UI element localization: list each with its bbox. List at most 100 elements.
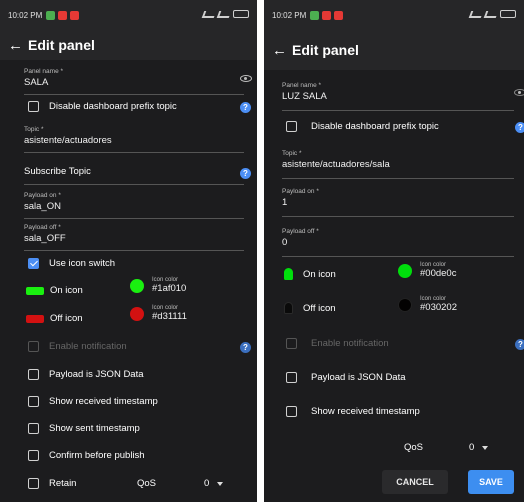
off-color-swatch[interactable] xyxy=(130,306,144,321)
status-bar: 10:02 PM xyxy=(264,0,524,30)
show-received-checkbox[interactable] xyxy=(286,406,297,417)
notification-icon xyxy=(310,10,320,20)
disable-prefix-checkbox[interactable] xyxy=(28,101,39,112)
save-button[interactable]: SAVE xyxy=(468,470,514,494)
on-icon-label: On icon xyxy=(50,285,83,296)
notification-icon xyxy=(46,10,56,20)
on-color-swatch[interactable] xyxy=(398,263,412,278)
payload-off-value: 0 xyxy=(282,237,288,248)
off-color-swatch[interactable] xyxy=(398,297,412,312)
divider xyxy=(282,178,514,179)
payload-json-checkbox[interactable] xyxy=(286,372,297,383)
signal-icon xyxy=(201,10,217,18)
help-icon[interactable]: ? xyxy=(240,102,251,113)
payload-json-row[interactable]: Payload is JSON Data xyxy=(286,372,406,383)
payload-on-value: 1 xyxy=(282,197,288,208)
show-sent-checkbox[interactable] xyxy=(28,423,39,434)
on-icon-color-value: #00de0c xyxy=(420,268,457,279)
panel-name-label: Panel name * xyxy=(282,82,322,89)
off-icon-row[interactable]: Off icon xyxy=(26,313,83,324)
payload-off-field[interactable]: Payload off * 0 xyxy=(282,228,319,248)
qos-label: QoS xyxy=(404,442,424,453)
panel-name-field[interactable]: Panel name * LUZ SALA xyxy=(282,82,327,102)
on-icon-label: On icon xyxy=(303,268,336,280)
qos-select[interactable]: QoS 0 xyxy=(137,478,224,489)
payload-off-value: sala_OFF xyxy=(24,233,66,244)
payload-on-field[interactable]: Payload on * 1 xyxy=(282,188,319,208)
show-received-row[interactable]: Show received timestamp xyxy=(286,406,420,417)
payload-json-checkbox[interactable] xyxy=(28,369,39,380)
disable-prefix-checkbox[interactable] xyxy=(286,121,297,132)
panel-name-value: LUZ SALA xyxy=(282,91,327,102)
disable-prefix-label: Disable dashboard prefix topic xyxy=(311,121,439,132)
payload-json-row[interactable]: Payload is JSON Data xyxy=(28,369,144,380)
visibility-icon[interactable] xyxy=(240,75,252,82)
retain-checkbox[interactable] xyxy=(28,478,39,489)
topic-label: Topic * xyxy=(282,150,302,157)
help-icon[interactable]: ? xyxy=(515,339,524,350)
enable-notification-label: Enable notification xyxy=(49,341,127,352)
payload-off-field[interactable]: Payload off * sala_OFF xyxy=(24,224,66,244)
signal-icon xyxy=(216,10,232,18)
cancel-button[interactable]: CANCEL xyxy=(382,470,448,494)
enable-notification-checkbox xyxy=(28,341,39,352)
on-color-swatch[interactable] xyxy=(130,278,144,293)
panel-name-field[interactable]: Panel name * SALA xyxy=(24,68,63,88)
confirm-publish-row[interactable]: Confirm before publish xyxy=(28,450,145,461)
payload-on-value: sala_ON xyxy=(24,201,61,212)
show-sent-label: Show sent timestamp xyxy=(49,423,140,434)
toggle-on-icon xyxy=(26,286,44,295)
on-icon-row[interactable]: On icon xyxy=(284,268,336,280)
signal-icon xyxy=(483,10,499,18)
qos-select[interactable]: QoS 0 xyxy=(404,442,489,453)
divider xyxy=(282,256,514,257)
on-icon-color-value: #1af010 xyxy=(152,283,187,294)
off-icon-color-picker[interactable]: Icon color #030202 xyxy=(398,296,457,313)
status-icons xyxy=(201,10,249,18)
app-bar: ← Edit panel xyxy=(264,30,524,70)
on-icon-row[interactable]: On icon xyxy=(26,285,83,296)
on-icon-color-picker[interactable]: Icon color #00de0c xyxy=(398,262,456,279)
status-icons xyxy=(468,10,516,18)
enable-notification-row: Enable notification xyxy=(286,338,389,349)
confirm-publish-checkbox[interactable] xyxy=(28,450,39,461)
off-icon-row[interactable]: Off icon xyxy=(284,302,336,314)
divider xyxy=(282,110,514,111)
right-screen: 10:02 PM ← Edit panel Panel name * LUZ S… xyxy=(264,0,524,502)
payload-on-label: Payload on * xyxy=(282,188,319,195)
status-time: 10:02 PM xyxy=(8,10,43,20)
subscribe-topic-field[interactable]: Subscribe Topic xyxy=(24,166,91,177)
use-icon-switch-row[interactable]: Use icon switch xyxy=(28,258,115,269)
off-icon-color-picker[interactable]: Icon color #d31111 xyxy=(130,305,187,322)
help-icon[interactable]: ? xyxy=(515,122,524,133)
show-received-label: Show received timestamp xyxy=(311,406,420,417)
disable-prefix-row[interactable]: Disable dashboard prefix topic xyxy=(28,101,177,112)
visibility-off-icon[interactable] xyxy=(514,89,524,96)
back-arrow-icon[interactable]: ← xyxy=(272,42,292,59)
disable-prefix-row[interactable]: Disable dashboard prefix topic xyxy=(286,121,439,132)
show-received-checkbox[interactable] xyxy=(28,396,39,407)
topic-value: asistente/actuadores/sala xyxy=(282,159,390,170)
retain-row[interactable]: Retain xyxy=(28,478,76,489)
status-time: 10:02 PM xyxy=(272,10,307,20)
help-icon[interactable]: ? xyxy=(240,342,251,353)
help-icon[interactable]: ? xyxy=(240,168,251,179)
on-icon-color-picker[interactable]: Icon color #1af010 xyxy=(130,277,186,294)
topic-field[interactable]: Topic * asistente/actuadores/sala xyxy=(282,150,390,170)
payload-on-label: Payload on * xyxy=(24,192,61,199)
payload-on-field[interactable]: Payload on * sala_ON xyxy=(24,192,61,212)
show-received-row[interactable]: Show received timestamp xyxy=(28,396,158,407)
subscribe-topic-label: Subscribe Topic xyxy=(24,166,91,177)
show-sent-row[interactable]: Show sent timestamp xyxy=(28,423,140,434)
battery-icon xyxy=(500,10,516,18)
payload-off-label: Payload off * xyxy=(24,224,61,231)
back-arrow-icon[interactable]: ← xyxy=(8,37,28,54)
signal-icon xyxy=(468,10,484,18)
retain-label: Retain xyxy=(49,478,77,489)
status-bar: 10:02 PM xyxy=(0,0,257,30)
use-icon-switch-checkbox[interactable] xyxy=(28,258,39,269)
page-title: Edit panel xyxy=(28,37,95,53)
divider xyxy=(282,216,514,217)
enable-notification-label: Enable notification xyxy=(311,338,389,349)
topic-field[interactable]: Topic * asistente/actuadores xyxy=(24,126,112,146)
